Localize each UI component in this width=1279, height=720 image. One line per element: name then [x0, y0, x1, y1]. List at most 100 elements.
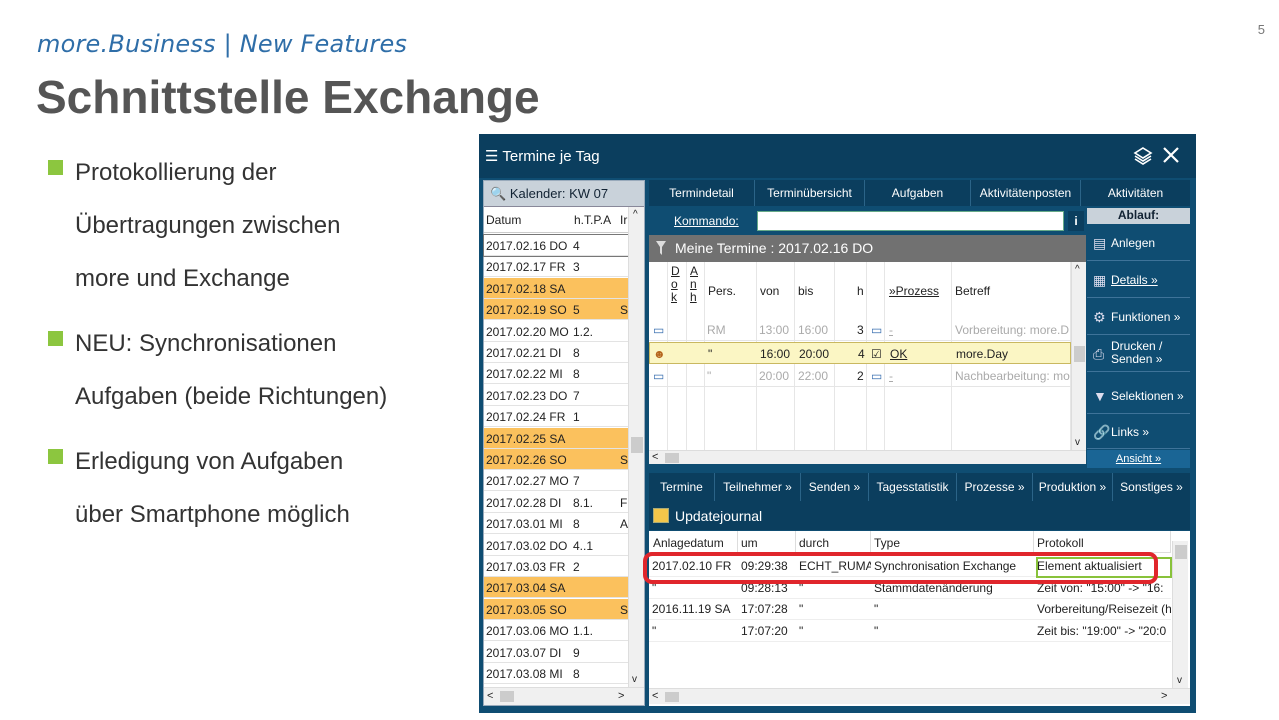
journal-row[interactable]: 2016.11.19 SA 17:07:28 " " Vorbereitung/Reis… — [649, 598, 1171, 620]
tab-aktivitaetenposten[interactable]: Aktivitätenposten — [971, 180, 1081, 206]
calendar-cell: 2017.03.02 DO — [486, 538, 568, 553]
chevron-right-icon[interactable]: > — [618, 690, 624, 702]
checkbox-checked-icon[interactable]: ☑ — [871, 347, 882, 361]
appointments-hscrollbar[interactable]: < — [649, 450, 1086, 464]
calendar-row[interactable]: 2017.03.05 SO S — [484, 598, 629, 620]
calendar-row[interactable]: 2017.03.03 FR 2 — [484, 556, 628, 577]
calendar-cell: 1.2. — [573, 324, 594, 339]
calendar-cell: S — [620, 602, 629, 617]
tab-tagesstatistik[interactable]: Tagesstatistik — [869, 473, 957, 501]
chevron-down-icon[interactable]: v — [1075, 437, 1080, 448]
chevron-right-icon[interactable]: > — [1161, 690, 1167, 702]
tab-produktion[interactable]: Produktion » — [1033, 473, 1113, 501]
calendar-row[interactable]: 2017.03.04 SA — [484, 577, 628, 599]
calendar-row[interactable]: 2017.02.18 SA — [484, 277, 628, 299]
column-header-dok[interactable]: D o k — [671, 265, 680, 304]
calendar-cell: 9 — [573, 645, 580, 660]
column-header-von[interactable]: von — [760, 284, 779, 298]
tab-terminuebersicht[interactable]: Terminübersicht — [755, 180, 865, 206]
chevron-up-icon[interactable]: ^ — [633, 209, 638, 220]
calendar-row[interactable]: 2017.03.06 MO 1.1. — [484, 620, 628, 642]
ansicht-button[interactable]: Ansicht » — [1087, 450, 1190, 468]
calendar-row[interactable]: 2017.02.27 MO 7 — [484, 470, 628, 492]
links-button[interactable]: 🔗 Links » — [1087, 415, 1190, 449]
calendar-vscrollbar[interactable]: ^ v — [628, 207, 644, 687]
calendar-row[interactable]: 2017.02.22 MI 8 — [484, 363, 628, 385]
chevron-left-icon[interactable]: < — [652, 451, 658, 463]
column-header[interactable]: Anlagedatum — [649, 531, 738, 553]
calendar-cell: 1.1. — [573, 624, 594, 639]
tab-sonstiges[interactable]: Sonstiges » — [1113, 473, 1190, 501]
calendar-row[interactable]: 2017.03.01 MI 8 A — [484, 513, 628, 535]
calendar-row[interactable]: 2017.02.25 SA — [484, 427, 628, 449]
scroll-thumb[interactable] — [665, 453, 679, 463]
filter-icon[interactable] — [655, 240, 667, 256]
scroll-thumb[interactable] — [1175, 545, 1187, 559]
appointments-vscrollbar[interactable]: ^ v — [1071, 262, 1086, 450]
column-header[interactable]: Datum — [486, 213, 521, 227]
tab-termindetail[interactable]: Termindetail — [649, 180, 755, 206]
calendar-row[interactable]: 2017.03.02 DO 4..1 — [484, 535, 628, 556]
column-header[interactable]: durch — [796, 531, 871, 553]
tab-aufgaben[interactable]: Aufgaben — [865, 180, 971, 206]
journal-row[interactable]: " 17:07:20 " " Zeit bis: "19:00" -> "20:0 — [649, 620, 1171, 642]
column-header-anh[interactable]: A n h — [690, 265, 698, 304]
tab-teilnehmer[interactable]: Teilnehmer » — [715, 473, 801, 501]
bullet-item: Erledigung von Aufgaben über Smartphone … — [48, 435, 448, 541]
calendar-row[interactable]: 2017.02.20 MO 1.2. — [484, 321, 628, 342]
column-header[interactable]: Protokoll — [1034, 531, 1171, 553]
column-header[interactable]: h.T.P.A — [574, 213, 611, 227]
scroll-thumb[interactable] — [500, 691, 514, 702]
chevron-left-icon[interactable]: < — [487, 690, 493, 702]
calendar-row[interactable]: 2017.03.07 DI 9 — [484, 642, 628, 663]
calendar-row[interactable]: 2017.02.19 SO 5 S — [484, 299, 628, 321]
details-button[interactable]: ▦ Details » — [1087, 262, 1190, 298]
anlegen-button[interactable]: ▤ Anlegen — [1087, 225, 1190, 261]
tab-termine[interactable]: Termine — [649, 473, 715, 501]
menu-icon[interactable]: ☰ — [485, 148, 498, 165]
journal-cell: 2016.11.19 SA — [652, 602, 731, 616]
chevron-up-icon[interactable]: ^ — [1075, 264, 1080, 275]
calendar-row[interactable]: 2017.02.16 DO 4 — [483, 234, 629, 257]
chevron-down-icon[interactable]: v — [632, 674, 637, 685]
column-header-bis[interactable]: bis — [798, 284, 813, 298]
search-icon[interactable]: 🔍 — [490, 186, 506, 201]
appointment-row[interactable]: ▭ " 20:00 22:00 2 ▭ - Nachbearbeitung: m… — [649, 365, 1071, 387]
calendar-row[interactable]: 2017.02.21 DI 8 — [484, 342, 628, 363]
column-header[interactable]: Ir — [620, 213, 627, 227]
layers-icon[interactable] — [1133, 146, 1153, 171]
column-header-h[interactable]: h — [857, 284, 864, 298]
drucken-senden-button[interactable]: ⎙ Drucken / Senden » — [1087, 336, 1190, 372]
column-header[interactable]: Type — [871, 531, 1034, 553]
calendar-row[interactable]: 2017.02.23 DO 7 — [484, 385, 628, 406]
calendar-row[interactable]: 2017.03.08 MI 8 — [484, 663, 628, 684]
funktionen-button[interactable]: ⚙ Funktionen » — [1087, 299, 1190, 335]
column-header-betreff[interactable]: Betreff — [955, 284, 990, 298]
journal-hscrollbar[interactable]: < > — [649, 688, 1190, 704]
chevron-left-icon[interactable]: < — [652, 690, 658, 702]
info-icon[interactable]: i — [1068, 211, 1084, 231]
calendar-row[interactable]: 2017.02.26 SO S — [484, 449, 628, 470]
chevron-down-icon[interactable]: v — [1177, 675, 1182, 686]
tab-aktivitaeten[interactable]: Aktivitäten — [1081, 180, 1190, 206]
scroll-thumb[interactable] — [1074, 346, 1085, 362]
scroll-thumb[interactable] — [631, 437, 643, 453]
tab-prozesse[interactable]: Prozesse » — [957, 473, 1033, 501]
close-icon[interactable] — [1162, 146, 1180, 169]
appointment-row-selected[interactable]: ☻ " 16:00 20:00 4 ☑ OK more.Day — [649, 342, 1071, 364]
calendar-row[interactable]: 2017.02.28 DI 8.1. F — [484, 492, 628, 513]
column-header-pers[interactable]: Pers. — [708, 284, 736, 298]
calendar-row[interactable]: 2017.02.24 FR 1 — [484, 406, 628, 428]
column-header-prozess[interactable]: »Prozess — [889, 284, 939, 298]
command-input[interactable] — [757, 211, 1064, 231]
calendar-hscrollbar[interactable]: < > — [484, 687, 644, 705]
details-icon: ▦ — [1093, 272, 1107, 288]
calendar-row[interactable]: 2017.02.17 FR 3 — [484, 256, 628, 278]
scroll-thumb[interactable] — [665, 692, 679, 702]
appointment-row[interactable]: ▭ RM 13:00 16:00 3 ▭ - Vorbereitung: mor… — [649, 319, 1071, 341]
journal-vscrollbar[interactable]: v — [1172, 541, 1188, 688]
tab-senden[interactable]: Senden » — [801, 473, 869, 501]
selektionen-button[interactable]: ▼ Selektionen » — [1087, 378, 1190, 414]
column-header[interactable]: um — [738, 531, 796, 553]
calendar-cell: 8 — [573, 667, 580, 681]
